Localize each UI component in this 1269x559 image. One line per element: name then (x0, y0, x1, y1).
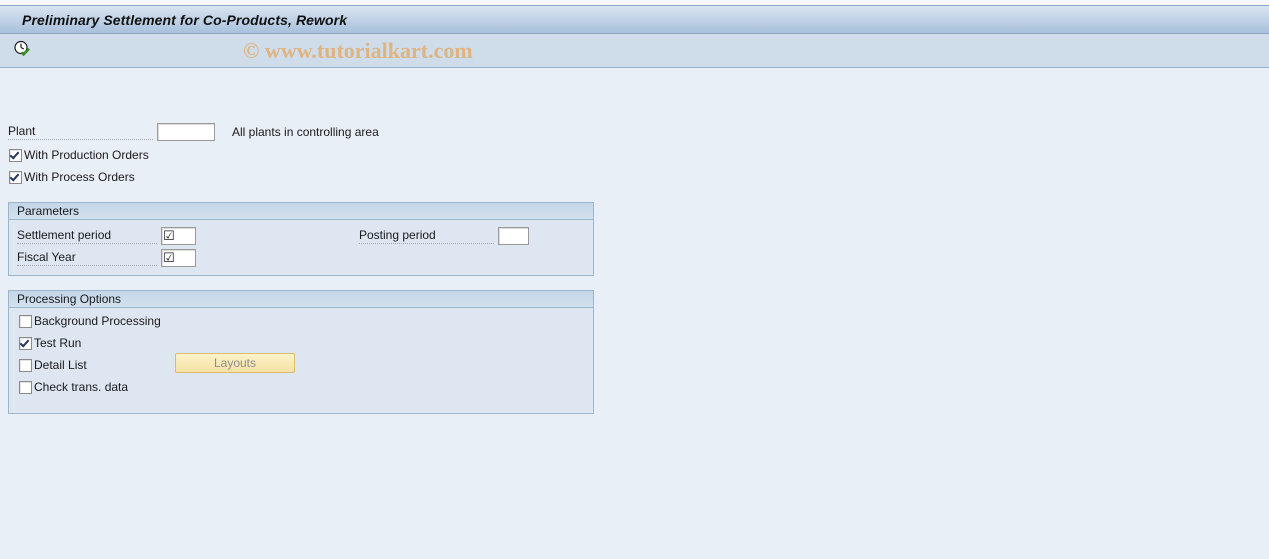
execute-button[interactable] (10, 39, 34, 63)
with-production-orders-row[interactable]: With Production Orders (9, 148, 149, 162)
page-title: Preliminary Settlement for Co-Products, … (22, 11, 348, 28)
check-trans-data-row[interactable]: Check trans. data (19, 380, 128, 394)
settlement-period-checkbox-glyph: ☑ (163, 228, 175, 244)
processing-options-group-title: Processing Options (9, 291, 593, 308)
parameters-group-title: Parameters (9, 203, 593, 220)
background-processing-row[interactable]: Background Processing (19, 314, 161, 328)
fiscal-year-label: Fiscal Year (17, 250, 157, 266)
fiscal-year-checkbox-glyph: ☑ (163, 250, 175, 266)
plant-hint-text: All plants in controlling area (232, 125, 379, 139)
fiscal-year-row: Fiscal Year ☑ (17, 249, 196, 267)
clock-check-execute-icon (13, 40, 31, 61)
settlement-period-row: Settlement period ☑ (17, 227, 196, 245)
posting-period-label: Posting period (359, 228, 494, 244)
with-process-orders-label: With Process Orders (24, 170, 135, 184)
detail-list-row[interactable]: Detail List (19, 358, 87, 372)
background-processing-checkbox[interactable] (19, 314, 32, 328)
test-run-row[interactable]: Test Run (19, 336, 81, 350)
with-process-orders-checkbox[interactable] (9, 170, 22, 184)
plant-input[interactable] (157, 123, 215, 141)
detail-list-checkbox[interactable] (19, 358, 32, 372)
parameters-group: Parameters Settlement period ☑ Fiscal Ye… (8, 202, 594, 276)
test-run-checkbox[interactable] (19, 336, 32, 350)
layouts-button[interactable]: Layouts (175, 353, 295, 373)
plant-row: Plant All plants in controlling area (8, 123, 379, 141)
settlement-period-label: Settlement period (17, 228, 157, 244)
with-production-orders-checkbox[interactable] (9, 148, 22, 162)
detail-list-label: Detail List (34, 358, 87, 372)
check-trans-data-label: Check trans. data (34, 380, 129, 394)
processing-options-group: Processing Options Background Processing… (8, 290, 594, 414)
plant-label: Plant (8, 124, 153, 140)
check-trans-data-checkbox[interactable] (19, 380, 32, 394)
site-watermark: © www.tutorialkart.com (243, 37, 473, 63)
window-titlebar: Preliminary Settlement for Co-Products, … (0, 6, 1269, 34)
application-toolbar: © www.tutorialkart.com (0, 34, 1269, 68)
posting-period-row: Posting period (359, 227, 529, 245)
test-run-label: Test Run (34, 336, 82, 350)
processing-options-group-body: Background Processing Test Run Detail Li… (9, 308, 593, 412)
with-process-orders-row[interactable]: With Process Orders (9, 170, 135, 184)
parameters-group-body: Settlement period ☑ Fiscal Year ☑ Postin… (9, 220, 593, 274)
posting-period-input[interactable] (498, 227, 529, 245)
with-production-orders-label: With Production Orders (24, 148, 149, 162)
settlement-period-field[interactable]: ☑ (161, 227, 196, 245)
fiscal-year-field[interactable]: ☑ (161, 249, 196, 267)
background-processing-label: Background Processing (34, 314, 161, 328)
